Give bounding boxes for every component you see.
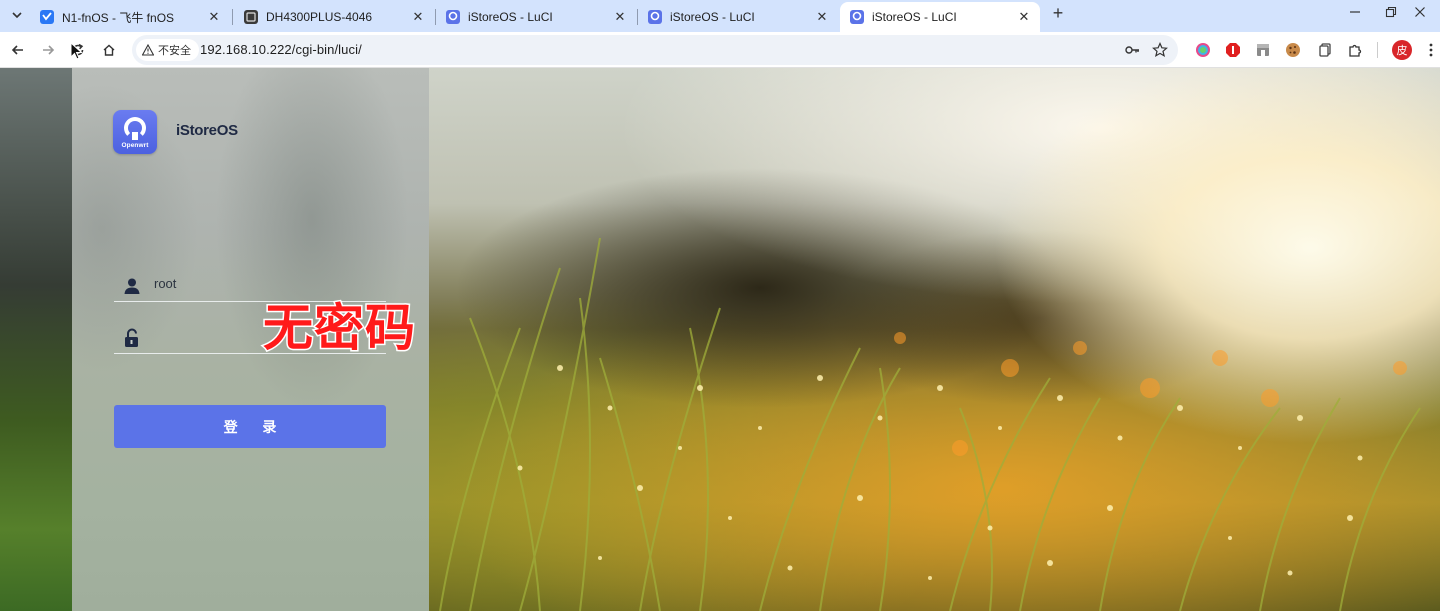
tab-istoreos-active[interactable]: iStoreOS - LuCI ✕ <box>840 2 1040 32</box>
tab-istoreos-2[interactable]: iStoreOS - LuCI ✕ <box>638 2 838 32</box>
address-bar[interactable]: 不安全 192.168.10.222/cgi-bin/luci/ <box>132 35 1178 65</box>
browser-toolbar: 不安全 192.168.10.222/cgi-bin/luci/ 皮 <box>0 32 1440 68</box>
home-icon <box>103 44 115 56</box>
istoreos-logo: Openwrt <box>113 110 157 154</box>
tab-close-icon[interactable]: ✕ <box>814 9 830 25</box>
tab-close-icon[interactable]: ✕ <box>410 9 426 25</box>
minimize-icon <box>1350 11 1360 13</box>
tab-close-icon[interactable]: ✕ <box>612 9 628 25</box>
new-tab-button[interactable]: + <box>1048 3 1068 23</box>
puzzle-icon[interactable] <box>1346 41 1364 59</box>
profile-initial: 皮 <box>1396 44 1408 57</box>
security-indicator[interactable]: 不安全 <box>136 39 199 61</box>
unlock-icon <box>122 328 142 348</box>
cookie-icon[interactable] <box>1284 41 1302 59</box>
tab-dh4300plus[interactable]: DH4300PLUS-4046 ✕ <box>234 2 434 32</box>
tab-title: DH4300PLUS-4046 <box>266 10 373 24</box>
back-button[interactable] <box>6 38 30 62</box>
tab-search-button[interactable] <box>6 4 28 26</box>
istoreos-icon <box>648 10 662 24</box>
chevron-down-icon <box>12 12 22 19</box>
background-left-edge <box>0 68 72 611</box>
store-icon[interactable] <box>1254 41 1272 59</box>
istoreos-icon <box>850 10 864 24</box>
login-button[interactable]: 登 录 <box>114 405 386 448</box>
tab-istoreos-1[interactable]: iStoreOS - LuCI ✕ <box>436 2 636 32</box>
forward-arrow-icon <box>43 45 55 55</box>
url-text[interactable]: 192.168.10.222/cgi-bin/luci/ <box>200 42 362 57</box>
tab-close-icon[interactable]: ✕ <box>1016 9 1032 25</box>
toolbar-divider <box>1377 42 1378 58</box>
tab-title: iStoreOS - LuCI <box>468 10 553 24</box>
overlay-caption: 无密码 <box>262 298 417 359</box>
mouse-cursor-icon <box>70 42 83 60</box>
warning-icon <box>142 44 154 56</box>
close-icon <box>1415 7 1425 17</box>
bookmark-star-icon[interactable] <box>1152 42 1168 58</box>
username-field[interactable] <box>114 268 386 302</box>
restore-icon <box>1385 6 1397 18</box>
tab-divider <box>232 9 233 25</box>
istoreos-icon <box>446 10 460 24</box>
password-key-icon[interactable] <box>1124 42 1140 58</box>
brand-name: iStoreOS <box>176 122 238 139</box>
home-button[interactable] <box>97 38 121 62</box>
logo-label: Openwrt <box>121 142 149 149</box>
tab-close-icon[interactable]: ✕ <box>206 9 222 25</box>
tab-strip: N1-fnOS - 飞牛 fnOS ✕ DH4300PLUS-4046 ✕ iS… <box>0 0 1440 32</box>
tab-fnos[interactable]: N1-fnOS - 飞牛 fnOS ✕ <box>30 2 230 32</box>
forward-button[interactable] <box>36 38 60 62</box>
back-arrow-icon <box>11 45 23 55</box>
logo-stem-shape <box>132 132 138 140</box>
username-input[interactable] <box>154 270 374 296</box>
copy-icon[interactable] <box>1316 41 1334 59</box>
adblock-icon[interactable] <box>1224 41 1242 59</box>
chromatic-icon[interactable] <box>1194 41 1212 59</box>
fnos-icon <box>40 10 54 24</box>
tab-title: iStoreOS - LuCI <box>872 10 957 24</box>
tab-title: N1-fnOS - 飞牛 fnOS <box>62 10 175 25</box>
close-window-button[interactable] <box>1400 0 1440 24</box>
luci-login-page: Openwrt iStoreOS 登 录 无密码 <box>0 68 1440 611</box>
security-label: 不安全 <box>158 45 191 57</box>
tab-title: iStoreOS - LuCI <box>670 10 755 24</box>
browser-menu-icon[interactable] <box>1422 41 1440 59</box>
profile-avatar[interactable]: 皮 <box>1392 40 1412 60</box>
nas-icon <box>244 10 258 24</box>
user-icon <box>122 276 142 296</box>
